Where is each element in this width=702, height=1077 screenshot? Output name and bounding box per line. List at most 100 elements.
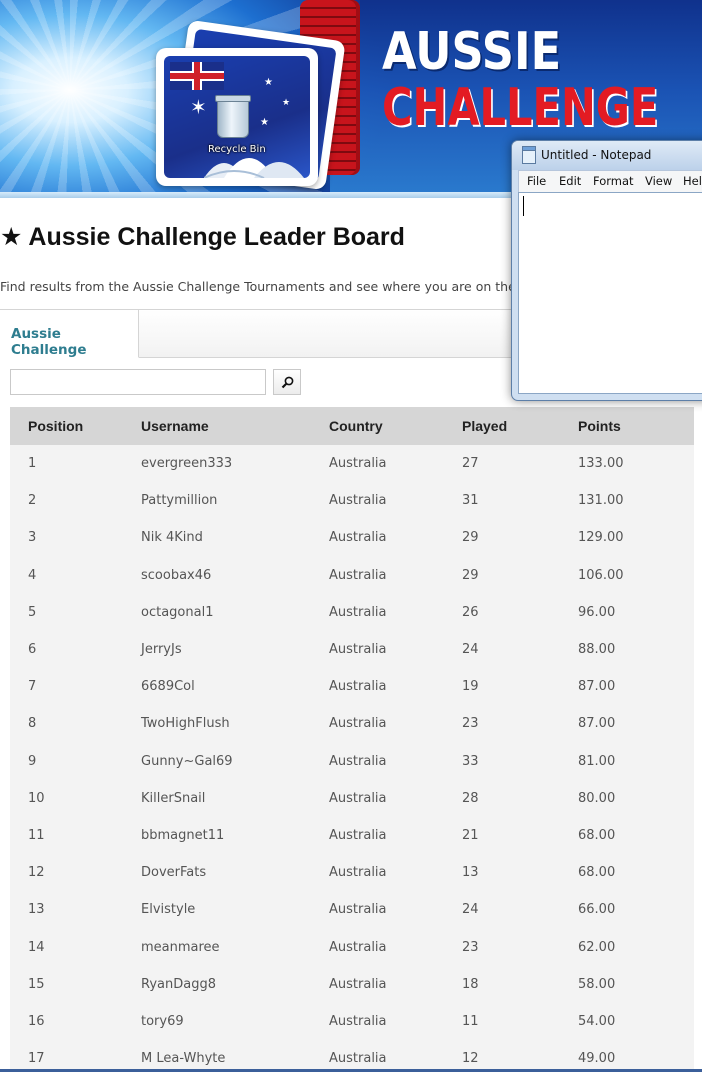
star-icon: ✶	[190, 95, 207, 119]
cell-points: 62.00	[578, 939, 616, 955]
cell-position: 13	[28, 902, 45, 918]
table-row: 3 Nik 4Kind Australia 29 129.00	[10, 519, 694, 556]
cell-played: 33	[462, 753, 479, 769]
cell-country: Australia	[329, 679, 387, 695]
cell-country: Australia	[329, 790, 387, 806]
table-row: 4 scoobax46 Australia 29 106.00	[10, 557, 694, 594]
cell-country: Australia	[329, 493, 387, 509]
cell-points: 96.00	[578, 604, 616, 620]
menu-view[interactable]: View	[645, 174, 672, 188]
cell-username: octagonal1	[141, 604, 214, 620]
menu-edit[interactable]: Edit	[559, 174, 581, 188]
notepad-menubar: File Edit Format View Help	[518, 170, 702, 193]
cell-country: Australia	[329, 939, 387, 955]
cell-points: 88.00	[578, 642, 616, 658]
cell-country: Australia	[329, 753, 387, 769]
recycle-bin-label: Recycle Bin	[208, 144, 266, 155]
cell-country: Australia	[329, 902, 387, 918]
table-row: 11 bbmagnet11 Australia 21 68.00	[10, 817, 694, 854]
menu-format[interactable]: Format	[593, 174, 634, 188]
cell-played: 28	[462, 790, 479, 806]
cell-points: 68.00	[578, 827, 616, 843]
column-header-played[interactable]: Played	[462, 407, 578, 445]
table-row: 8 TwoHighFlush Australia 23 87.00	[10, 705, 694, 742]
cell-played: 24	[462, 642, 479, 658]
cell-country: Australia	[329, 530, 387, 546]
cell-username: bbmagnet11	[141, 827, 225, 843]
cell-username: KillerSnail	[141, 790, 206, 806]
table-row: 5 octagonal1 Australia 26 96.00	[10, 594, 694, 631]
recycle-bin-icon	[215, 95, 251, 138]
table-row: 2 Pattymillion Australia 31 131.00	[10, 482, 694, 519]
cell-username: DoverFats	[141, 865, 207, 881]
cell-position: 9	[28, 753, 37, 769]
banner-title-challenge: CHALLENGE	[382, 78, 659, 138]
star-icon: ★	[282, 98, 291, 108]
menu-help[interactable]: Help	[683, 174, 702, 188]
cell-username: RyanDagg8	[141, 976, 216, 992]
search-input[interactable]	[10, 369, 266, 395]
cell-country: Australia	[329, 567, 387, 583]
cell-played: 29	[462, 567, 479, 583]
star-icon: ★	[0, 223, 23, 251]
banner-title-aussie: AUSSIE	[382, 22, 562, 82]
cell-position: 4	[28, 567, 37, 583]
column-header-username[interactable]: Username	[141, 407, 329, 445]
cell-position: 15	[28, 976, 45, 992]
cell-country: Australia	[329, 1013, 387, 1029]
table-row: 10 KillerSnail Australia 28 80.00	[10, 780, 694, 817]
page-title: ★ Aussie Challenge Leader Board	[0, 222, 405, 252]
text-caret	[523, 196, 524, 216]
notepad-title: Untitled - Notepad	[541, 148, 652, 162]
cell-username: Gunny~Gal69	[141, 753, 233, 769]
cell-played: 26	[462, 604, 479, 620]
notepad-window[interactable]: Untitled - Notepad File Edit Format View…	[511, 140, 702, 401]
cell-played: 11	[462, 1013, 479, 1029]
cell-points: 106.00	[578, 567, 624, 583]
cell-played: 19	[462, 679, 479, 695]
cell-position: 12	[28, 865, 45, 881]
star-icon: ★	[264, 77, 273, 88]
cell-username: Elvistyle	[141, 902, 196, 918]
leaderboard-table: Position Username Country Played Points …	[10, 407, 694, 1072]
cell-points: 54.00	[578, 1013, 616, 1029]
cell-points: 80.00	[578, 790, 616, 806]
cell-username: meanmaree	[141, 939, 220, 955]
cell-points: 129.00	[578, 530, 624, 546]
cell-position: 2	[28, 493, 37, 509]
table-row: 7 6689Col Australia 19 87.00	[10, 668, 694, 705]
menu-file[interactable]: File	[527, 174, 546, 188]
cell-points: 58.00	[578, 976, 616, 992]
cell-played: 18	[462, 976, 479, 992]
cell-country: Australia	[329, 642, 387, 658]
cell-country: Australia	[329, 827, 387, 843]
table-row: 12 DoverFats Australia 13 68.00	[10, 854, 694, 891]
table-row: 14 meanmaree Australia 23 62.00	[10, 928, 694, 965]
column-header-country[interactable]: Country	[329, 407, 462, 445]
cell-position: 1	[28, 456, 37, 472]
cell-username: Nik 4Kind	[141, 530, 203, 546]
tab-label: Aussie Challenge	[11, 326, 87, 358]
tab-aussie-challenge[interactable]: Aussie Challenge	[0, 310, 139, 358]
cell-points: 131.00	[578, 493, 624, 509]
recycle-bin-desktop-icon[interactable]: Recycle Bin	[208, 95, 266, 168]
notepad-text-area[interactable]	[518, 192, 702, 394]
cell-username: tory69	[141, 1013, 184, 1029]
cell-username: Pattymillion	[141, 493, 218, 509]
search-button[interactable]	[273, 369, 301, 395]
cell-points: 87.00	[578, 679, 616, 695]
cell-played: 27	[462, 456, 479, 472]
cell-points: 68.00	[578, 865, 616, 881]
cell-position: 16	[28, 1013, 45, 1029]
table-row: 9 Gunny~Gal69 Australia 33 81.00	[10, 743, 694, 780]
table-row: 1 evergreen333 Australia 27 133.00	[10, 445, 694, 482]
cell-username: evergreen333	[141, 456, 233, 472]
table-row: 13 Elvistyle Australia 24 66.00	[10, 891, 694, 928]
column-header-points[interactable]: Points	[578, 407, 694, 445]
cell-position: 14	[28, 939, 45, 955]
cell-points: 81.00	[578, 753, 616, 769]
cell-points: 87.00	[578, 716, 616, 732]
notepad-titlebar[interactable]: Untitled - Notepad	[512, 141, 702, 170]
column-header-position[interactable]: Position	[10, 407, 141, 445]
cell-position: 8	[28, 716, 37, 732]
